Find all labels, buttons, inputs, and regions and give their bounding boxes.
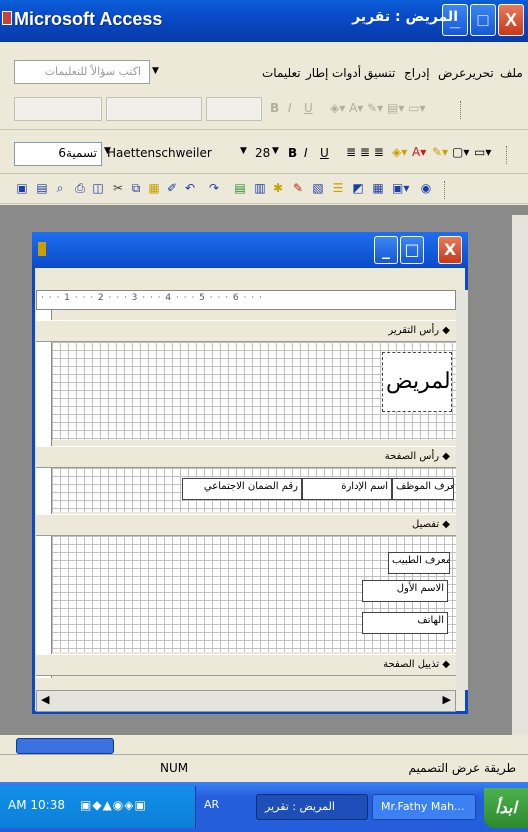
vertical-ruler [36,310,52,678]
task-word-doc[interactable]: Mr.Fathy Mah... [372,794,476,820]
undo-icon[interactable]: ↶ [182,180,198,196]
report-horizontal-scrollbar[interactable]: ◀ ▶ [36,690,456,712]
menu-format[interactable]: تنسيق [364,66,395,80]
page-footer-label: تذييل الصفحة [383,659,440,670]
report-close-button[interactable]: X [438,236,462,264]
menu-tools[interactable]: أدوات [332,66,361,80]
toolbar-grip-2[interactable] [506,146,509,164]
report-title-label[interactable]: المريض [382,352,452,412]
line-color-icon[interactable]: ✎▾ [432,145,448,159]
report-icon [38,242,46,256]
search-icon[interactable]: ⌕ [52,180,68,196]
new-object-icon[interactable]: ▣▾ [392,180,409,196]
header-field-department-name[interactable]: اسم الإدارة [302,478,392,500]
autoformat-icon[interactable]: ✎ [290,180,306,196]
menu-help[interactable]: تعليمات [262,66,301,80]
scroll-right-icon[interactable]: ▶ [443,693,451,706]
build-icon[interactable]: ◩ [350,180,366,196]
report-vertical-scrollbar[interactable] [456,290,468,690]
app-title: Microsoft Access [14,9,163,29]
workspace-scrollbar[interactable] [512,215,528,735]
field-list-icon[interactable]: ▤ [232,180,248,196]
copy-icon[interactable]: ⧉ [128,180,144,196]
help-search-input[interactable]: اكتب سؤالاً للتعليمات [14,60,150,84]
disabled-combo-2 [106,97,202,121]
help-dropdown-icon[interactable]: ▼ [152,66,159,76]
redo-icon[interactable]: ↷ [206,180,222,196]
detail-band[interactable]: تفصيل ◆ [36,514,456,536]
scroll-left-icon[interactable]: ◀ [41,693,49,706]
report-window-title: المريض : تقرير [352,9,458,25]
special-effect-icon[interactable]: ▭▾ [474,145,491,159]
font-color-icon[interactable]: A▾ [412,145,426,159]
minimized-window[interactable] [16,738,114,754]
border-width-icon[interactable]: ▢▾ [452,145,469,159]
preview-icon[interactable]: ◫ [90,180,106,196]
code-icon[interactable]: ▧ [310,180,326,196]
report-header-band[interactable]: رأس التقرير ◆ [36,320,456,342]
menu-file[interactable]: ملف [500,66,523,80]
menu-insert[interactable]: إدراج [404,66,430,80]
disabled-underline-icon: U [304,101,313,115]
header-field-ssn[interactable]: رقم الضمان الاجتماعي [182,478,302,500]
detail-field-phone[interactable]: الهاتف [362,612,448,634]
format-painter-icon[interactable]: ✐ [164,180,180,196]
view-icon[interactable]: ▣ [14,180,30,196]
clock[interactable]: AM 10:38 [8,798,65,812]
print-icon[interactable]: ⎙ [72,180,88,196]
page-header-band[interactable]: رأس الصفحة ◆ [36,446,456,468]
page-footer-band[interactable]: تذييل الصفحة ◆ [36,654,456,676]
access-app-icon [2,11,12,25]
status-num: NUM [160,761,189,775]
font-combo-dropdown-icon[interactable]: ▼ [240,146,247,156]
object-combo[interactable]: تسمية6 [14,142,102,166]
menu-view[interactable]: عرض [438,66,466,80]
horizontal-ruler: · · · 1 · · · 2 · · · 3 · · · 4 · · · 5 … [36,290,456,310]
maximize-button[interactable]: □ [470,4,496,36]
detail-field-first-name[interactable]: الاسم الأول [362,580,448,602]
underline-icon[interactable]: U [320,146,329,160]
disabled-color-icons: ◈▾ A▾ ✎▾ ▤▾ ▭▾ [330,101,426,115]
page-header-label: رأس الصفحة [384,451,440,462]
disabled-bold-icon: B [270,101,280,115]
menu-window[interactable]: إطار [306,66,328,80]
toolbar-grip[interactable] [460,101,463,119]
help-icon[interactable]: ◉ [418,180,434,196]
toolbar-grip-3[interactable] [444,181,447,199]
italic-icon[interactable]: I [304,146,308,160]
report-maximize-button[interactable]: □ [400,236,424,264]
language-indicator[interactable]: AR [204,798,219,811]
fill-color-icon[interactable]: ◈▾ [392,145,407,159]
disabled-italic-icon: I [288,101,292,115]
align-icons[interactable]: ≣ ≣ ≣ [346,145,384,159]
menu-edit[interactable]: تحرير [466,66,494,80]
paste-icon[interactable]: ▦ [146,180,162,196]
cut-icon[interactable]: ✂ [110,180,126,196]
database-window-icon[interactable]: ▦ [370,180,386,196]
bold-icon[interactable]: B [288,146,297,160]
detail-field-doctor-id[interactable]: معرف الطبيب [388,552,450,574]
size-combo-dropdown-icon[interactable]: ▼ [272,146,279,156]
status-mode: طريقة عرض التصميم [408,761,517,775]
task-report-design[interactable]: المريض : تقرير [256,794,368,820]
start-button[interactable]: ابدأ [484,788,528,828]
sorting-icon[interactable]: ▥ [252,180,268,196]
disabled-combo-1 [14,97,102,121]
font-combo[interactable]: Haettenschweiler [102,142,230,166]
tray-icons[interactable]: ▣◆▲◉◈▣ [80,798,147,812]
save-icon[interactable]: ▤ [34,180,50,196]
detail-label: تفصيل [412,519,440,530]
toolbox-icon[interactable]: ✱ [270,180,286,196]
header-field-employee-id[interactable]: معرف الموظف [392,478,454,500]
report-header-label: رأس التقرير [388,325,440,336]
properties-icon[interactable]: ☰ [330,180,346,196]
report-minimize-button[interactable]: _ [374,236,398,264]
disabled-combo-3 [206,97,262,121]
close-button[interactable]: X [498,4,524,36]
